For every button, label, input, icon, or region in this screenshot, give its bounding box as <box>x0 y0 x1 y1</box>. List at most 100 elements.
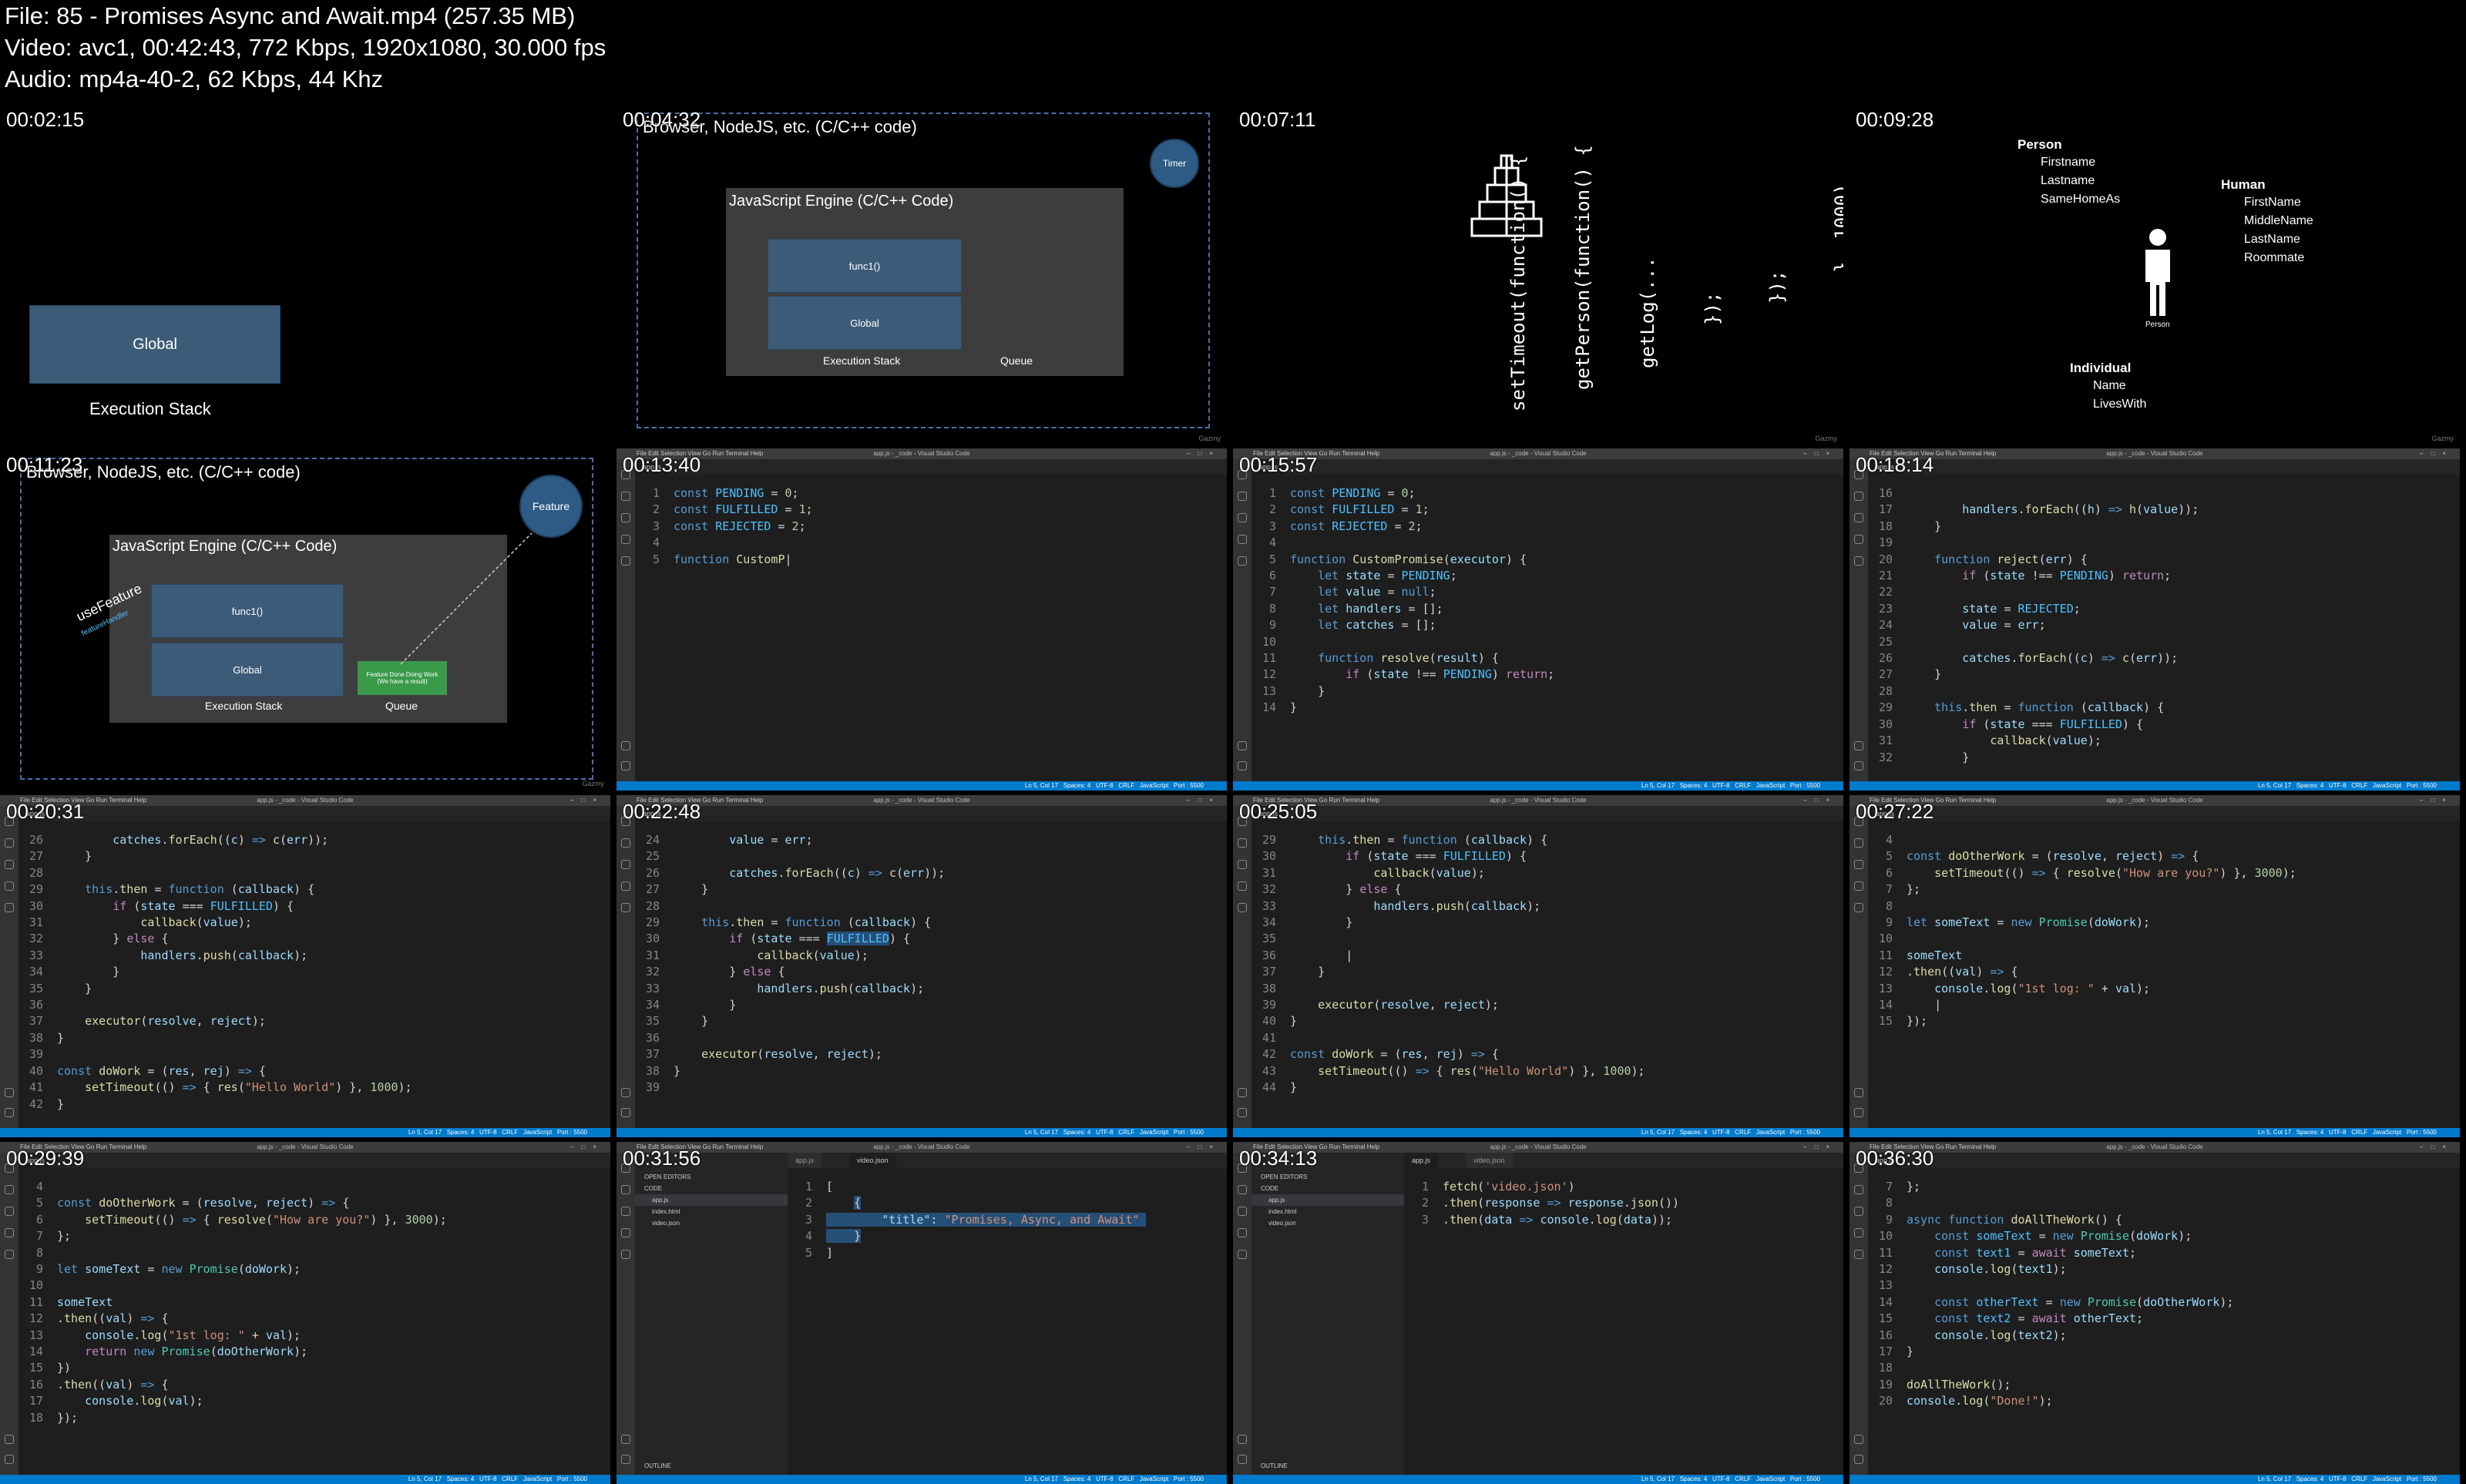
tab-app-js[interactable]: app.js <box>788 1153 822 1168</box>
source-control-icon[interactable] <box>1854 1207 1863 1216</box>
file-app-js[interactable]: app.js <box>1251 1194 1404 1206</box>
account-icon[interactable] <box>1854 1088 1863 1097</box>
window-controls[interactable]: –□× <box>1803 795 1837 806</box>
extensions-icon[interactable] <box>5 903 14 912</box>
account-icon[interactable] <box>1238 741 1247 750</box>
window-controls[interactable]: –□× <box>1803 448 1837 459</box>
debug-icon[interactable] <box>1238 535 1247 544</box>
search-icon[interactable] <box>621 1185 630 1194</box>
tab-video-json[interactable]: video.json <box>1466 1153 1513 1168</box>
code-editor[interactable]: 1[ 2 { 3 "title": "Promises, Async, and … <box>788 1179 1216 1473</box>
account-icon[interactable] <box>5 1435 14 1444</box>
status-bar[interactable]: Ln 5, Col 17 Spaces: 4 UTF-8 CRLF JavaSc… <box>1233 781 1843 791</box>
search-icon[interactable] <box>621 838 630 848</box>
file-app-js[interactable]: app.js <box>635 1194 788 1206</box>
source-control-icon[interactable] <box>1238 860 1247 869</box>
code-editor[interactable]: 1 const PENDING = 0; 2 const FULFILLED = 1… <box>1251 485 1833 780</box>
debug-icon[interactable] <box>621 535 630 544</box>
account-icon[interactable] <box>1238 1435 1247 1444</box>
source-control-icon[interactable] <box>5 1207 14 1216</box>
window-controls[interactable]: –□× <box>1803 1142 1837 1153</box>
status-bar[interactable]: Ln 5, Col 17 Spaces: 4 UTF-8 CRLF JavaSc… <box>616 1128 1227 1137</box>
extensions-icon[interactable] <box>1854 903 1863 912</box>
account-icon[interactable] <box>1238 1088 1247 1097</box>
status-bar[interactable]: Ln 5, Col 17 Spaces: 4 UTF-8 CRLF JavaSc… <box>1233 1475 1843 1484</box>
search-icon[interactable] <box>1854 492 1863 501</box>
window-controls[interactable]: –□× <box>1187 1142 1221 1153</box>
search-icon[interactable] <box>5 838 14 848</box>
status-bar[interactable]: Ln 5, Col 17 Spaces: 4 UTF-8 CRLF JavaSc… <box>616 781 1227 791</box>
code-editor[interactable]: 1 const PENDING = 0; 2 const FULFILLED = 1… <box>635 485 1216 780</box>
code-editor[interactable]: 24 value = err; 25 26 catches.forEach((c… <box>635 832 1216 1126</box>
code-editor[interactable]: 1 fetch('video.json') 2 .then(response => … <box>1404 1179 1833 1473</box>
window-controls[interactable]: –□× <box>2420 795 2454 806</box>
folder-header[interactable]: CODE <box>1251 1183 1404 1194</box>
extensions-icon[interactable] <box>621 1250 630 1259</box>
tab-app-js[interactable]: app.js <box>1404 1153 1439 1168</box>
search-icon[interactable] <box>621 492 630 501</box>
source-control-icon[interactable] <box>1238 1207 1247 1216</box>
search-icon[interactable] <box>1238 492 1247 501</box>
status-bar[interactable]: Ln 5, Col 17 Spaces: 4 UTF-8 CRLF JavaSc… <box>0 1128 610 1137</box>
search-icon[interactable] <box>5 1185 14 1194</box>
search-icon[interactable] <box>1238 1185 1247 1194</box>
extensions-icon[interactable] <box>1238 1250 1247 1259</box>
debug-icon[interactable] <box>621 881 630 891</box>
source-control-icon[interactable] <box>621 860 630 869</box>
status-bar[interactable]: Ln 5, Col 17 Spaces: 4 UTF-8 CRLF JavaSc… <box>1850 781 2460 791</box>
file-video-json[interactable]: video.json <box>1251 1217 1404 1229</box>
code-editor[interactable]: 29 this.then = function (callback) { 30 … <box>1251 832 1833 1126</box>
window-controls[interactable]: –□× <box>2420 448 2454 459</box>
window-controls[interactable]: –□× <box>570 1142 604 1153</box>
account-icon[interactable] <box>621 1435 630 1444</box>
code-editor[interactable]: 4 5 const doOtherWork = (resolve, reject)… <box>1868 832 2449 1126</box>
gear-icon[interactable] <box>1854 761 1863 771</box>
file-video-json[interactable]: video.json <box>635 1217 788 1229</box>
window-controls[interactable]: –□× <box>570 795 604 806</box>
gear-icon[interactable] <box>5 1455 14 1464</box>
folder-header[interactable]: CODE <box>635 1183 788 1194</box>
extensions-icon[interactable] <box>621 903 630 912</box>
code-editor[interactable]: 26 catches.forEach((c) => c(err)); 27 } … <box>18 832 600 1126</box>
debug-icon[interactable] <box>1238 881 1247 891</box>
debug-icon[interactable] <box>5 881 14 891</box>
status-bar[interactable]: Ln 5, Col 17 Spaces: 4 UTF-8 CRLF JavaSc… <box>1850 1475 2460 1484</box>
account-icon[interactable] <box>621 1088 630 1097</box>
debug-icon[interactable] <box>1854 1228 1863 1237</box>
outline-header[interactable]: OUTLINE <box>635 1460 671 1472</box>
extensions-icon[interactable] <box>1854 1250 1863 1259</box>
file-index-html[interactable]: index.html <box>635 1206 788 1217</box>
gear-icon[interactable] <box>621 1455 630 1464</box>
extensions-icon[interactable] <box>621 556 630 566</box>
extensions-icon[interactable] <box>5 1250 14 1259</box>
debug-icon[interactable] <box>621 1228 630 1237</box>
file-index-html[interactable]: index.html <box>1251 1206 1404 1217</box>
source-control-icon[interactable] <box>1854 513 1863 522</box>
open-editors-header[interactable]: OPEN EDITORS <box>635 1171 788 1183</box>
source-control-icon[interactable] <box>1854 860 1863 869</box>
debug-icon[interactable] <box>1854 535 1863 544</box>
window-controls[interactable]: –□× <box>2420 1142 2454 1153</box>
gear-icon[interactable] <box>1854 1108 1863 1117</box>
status-bar[interactable]: Ln 5, Col 17 Spaces: 4 UTF-8 CRLF JavaSc… <box>1850 1128 2460 1137</box>
debug-icon[interactable] <box>1238 1228 1247 1237</box>
gear-icon[interactable] <box>621 761 630 771</box>
window-controls[interactable]: –□× <box>1187 448 1221 459</box>
gear-icon[interactable] <box>5 1108 14 1117</box>
search-icon[interactable] <box>1854 1185 1863 1194</box>
status-bar[interactable]: Ln 5, Col 17 Spaces: 4 UTF-8 CRLF JavaSc… <box>1233 1128 1843 1137</box>
source-control-icon[interactable] <box>621 513 630 522</box>
code-editor[interactable]: 7}; 8 9 async function doAllTheWork() { 1… <box>1868 1179 2449 1473</box>
gear-icon[interactable] <box>621 1108 630 1117</box>
gear-icon[interactable] <box>1238 1108 1247 1117</box>
code-editor[interactable]: 4 5 const doOtherWork = (resolve, reject)… <box>18 1179 600 1473</box>
status-bar[interactable]: Ln 5, Col 17 Spaces: 4 UTF-8 CRLF JavaSc… <box>616 1475 1227 1484</box>
account-icon[interactable] <box>621 741 630 750</box>
search-icon[interactable] <box>1854 838 1863 848</box>
open-editors-header[interactable]: OPEN EDITORS <box>1251 1171 1404 1183</box>
tab-video-json[interactable]: video.json <box>849 1153 896 1168</box>
code-editor[interactable]: 16 17 handlers.forEach((h) => h(value));… <box>1868 485 2449 780</box>
extensions-icon[interactable] <box>1238 903 1247 912</box>
source-control-icon[interactable] <box>621 1207 630 1216</box>
window-controls[interactable]: –□× <box>1187 795 1221 806</box>
